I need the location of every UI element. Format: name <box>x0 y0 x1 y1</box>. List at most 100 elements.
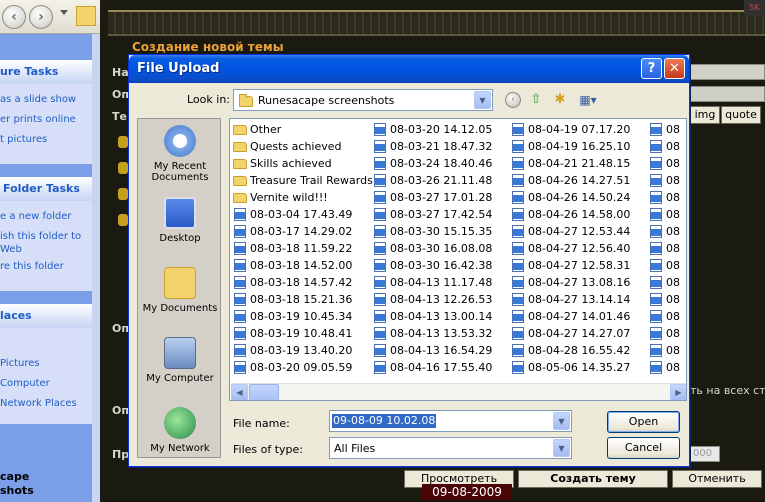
smiley-icon[interactable] <box>118 162 128 174</box>
cancel-button[interactable]: Cancel <box>607 437 680 459</box>
smiley-icon[interactable] <box>118 136 128 148</box>
file-item[interactable]: 08-04-27 14.27.07 <box>508 325 644 342</box>
file-item[interactable]: 08-04-27 12.56.40 <box>508 240 644 257</box>
folder-item[interactable]: Skills achieved <box>230 155 368 172</box>
file-item[interactable]: 08 <box>646 172 686 189</box>
task-link-new-folder[interactable]: e a new folder <box>0 211 72 223</box>
open-button[interactable]: Open <box>607 411 680 433</box>
file-item[interactable]: 08-03-27 17.42.54 <box>370 206 506 223</box>
file-item[interactable]: 08-03-21 18.47.32 <box>370 138 506 155</box>
file-item[interactable]: 08-04-13 12.26.53 <box>370 291 506 308</box>
history-dropdown-icon[interactable] <box>60 10 68 15</box>
task-link-print-online[interactable]: er prints online <box>0 114 76 126</box>
task-link-share-folder[interactable]: re this folder <box>0 261 64 273</box>
place-my-network[interactable]: My Network <box>138 407 222 454</box>
file-item[interactable]: 08 <box>646 240 686 257</box>
place-desktop[interactable]: Desktop <box>138 197 222 244</box>
forum-subject-input[interactable] <box>690 64 765 80</box>
file-item[interactable]: 08-04-26 14.27.51 <box>508 172 644 189</box>
file-item[interactable]: 08 <box>646 257 686 274</box>
back-icon[interactable]: ‹ <box>505 92 521 108</box>
dialog-titlebar[interactable]: File Upload ? ✕ <box>129 55 689 83</box>
file-item[interactable]: 08-03-24 18.40.46 <box>370 155 506 172</box>
up-one-level-icon[interactable]: ⇧ <box>527 91 545 109</box>
folder-tasks-header[interactable]: Folder Tasks <box>0 177 100 201</box>
file-item[interactable]: 08-04-27 12.53.44 <box>508 223 644 240</box>
chevron-down-icon[interactable]: ▼ <box>474 91 491 109</box>
folder-item[interactable]: Quests achieved <box>230 138 368 155</box>
file-item[interactable]: 08 <box>646 291 686 308</box>
folder-up-icon[interactable] <box>76 6 96 26</box>
smiley-icon[interactable] <box>118 188 128 200</box>
file-item[interactable]: 08-04-26 14.58.00 <box>508 206 644 223</box>
look-in-dropdown[interactable]: Runesacape screenshots ▼ <box>233 89 493 111</box>
picture-tasks-header[interactable]: ure Tasks <box>0 60 100 84</box>
img-tag-button[interactable]: img <box>690 106 720 124</box>
file-item[interactable]: 08 <box>646 359 686 376</box>
file-item[interactable]: 08-03-18 14.57.42 <box>230 274 368 291</box>
file-item[interactable]: 08-04-13 16.54.29 <box>370 342 506 359</box>
forum-number-field[interactable]: 000 <box>690 446 720 462</box>
file-item[interactable]: 08 <box>646 325 686 342</box>
place-link-computer[interactable]: Computer <box>0 378 50 390</box>
file-item[interactable]: 08-03-18 11.59.22 <box>230 240 368 257</box>
horizontal-scrollbar[interactable]: ◀ ▶ <box>231 383 686 400</box>
file-item[interactable]: 08-03-17 14.29.02 <box>230 223 368 240</box>
file-item[interactable]: 08-03-30 16.42.38 <box>370 257 506 274</box>
file-item[interactable]: 08-03-20 14.12.05 <box>370 121 506 138</box>
file-item[interactable]: 08-04-21 21.48.15 <box>508 155 644 172</box>
file-item[interactable]: 08-04-13 13.53.32 <box>370 325 506 342</box>
place-my-documents[interactable]: My Documents <box>138 267 222 314</box>
file-name-value[interactable]: 09-08-09 10.02.08 <box>332 414 437 428</box>
place-link-network[interactable]: Network Places <box>0 398 77 410</box>
file-item[interactable]: 08-04-13 11.17.48 <box>370 274 506 291</box>
other-places-header[interactable]: laces <box>0 304 100 328</box>
file-item[interactable]: 08 <box>646 138 686 155</box>
folder-item[interactable]: Other <box>230 121 368 138</box>
task-link-slideshow[interactable]: as a slide show <box>0 94 76 106</box>
file-item[interactable]: 08-04-13 13.00.14 <box>370 308 506 325</box>
file-item[interactable]: 08 <box>646 189 686 206</box>
forward-button[interactable]: › <box>29 5 53 29</box>
smiley-icon[interactable] <box>118 214 128 226</box>
file-item[interactable]: 08-03-04 17.43.49 <box>230 206 368 223</box>
quote-tag-button[interactable]: quote <box>721 106 761 124</box>
file-item[interactable]: 08-03-30 15.15.35 <box>370 223 506 240</box>
file-list[interactable]: Other Quests achieved Skills achieved Treas… <box>229 118 687 401</box>
file-item[interactable]: 08-04-28 16.55.42 <box>508 342 644 359</box>
place-link-pictures[interactable]: Pictures <box>0 358 40 370</box>
scroll-right-icon[interactable]: ▶ <box>670 384 686 400</box>
scrollbar-thumb[interactable] <box>249 384 279 400</box>
file-item[interactable]: 08-04-16 17.55.40 <box>370 359 506 376</box>
file-type-dropdown[interactable]: All Files ▼ <box>329 437 572 459</box>
file-name-field[interactable]: 09-08-09 10.02.08 ▼ <box>329 410 572 432</box>
file-item[interactable]: 08-03-18 14.52.00 <box>230 257 368 274</box>
file-item[interactable]: 08-03-19 10.48.41 <box>230 325 368 342</box>
help-button[interactable]: ? <box>641 58 662 79</box>
new-folder-icon[interactable]: ✱ <box>551 91 569 109</box>
file-item[interactable]: 08-05-06 14.35.27 <box>508 359 644 376</box>
forum-cancel-button[interactable]: Отменить <box>672 470 762 488</box>
file-item[interactable]: 08 <box>646 121 686 138</box>
chevron-down-icon[interactable]: ▼ <box>553 439 570 457</box>
file-item[interactable]: 08-03-19 13.40.20 <box>230 342 368 359</box>
task-link-print-pictures[interactable]: t pictures <box>0 134 47 146</box>
file-item[interactable]: 08-03-27 17.01.28 <box>370 189 506 206</box>
file-item[interactable]: 08 <box>646 342 686 359</box>
scroll-left-icon[interactable]: ◀ <box>231 384 248 400</box>
close-button[interactable]: ✕ <box>664 58 685 79</box>
create-topic-button[interactable]: Создать тему <box>518 470 668 488</box>
file-item[interactable]: 08-04-27 12.58.31 <box>508 257 644 274</box>
place-my-computer[interactable]: My Computer <box>138 337 222 384</box>
file-item[interactable]: 08-03-30 16.08.08 <box>370 240 506 257</box>
task-link-publish-web[interactable]: Web <box>0 244 22 256</box>
file-item[interactable]: 08 <box>646 223 686 240</box>
file-item[interactable]: 08-04-27 14.01.46 <box>508 308 644 325</box>
file-item[interactable]: 08-03-20 09.05.59 <box>230 359 368 376</box>
view-menu-icon[interactable]: ▦▾ <box>575 91 601 109</box>
file-item[interactable]: 08 <box>646 155 686 172</box>
file-item[interactable]: 08 <box>646 206 686 223</box>
back-button[interactable]: ‹ <box>2 5 26 29</box>
file-item[interactable]: 08-03-19 10.45.34 <box>230 308 368 325</box>
file-item[interactable]: 08-04-26 14.50.24 <box>508 189 644 206</box>
